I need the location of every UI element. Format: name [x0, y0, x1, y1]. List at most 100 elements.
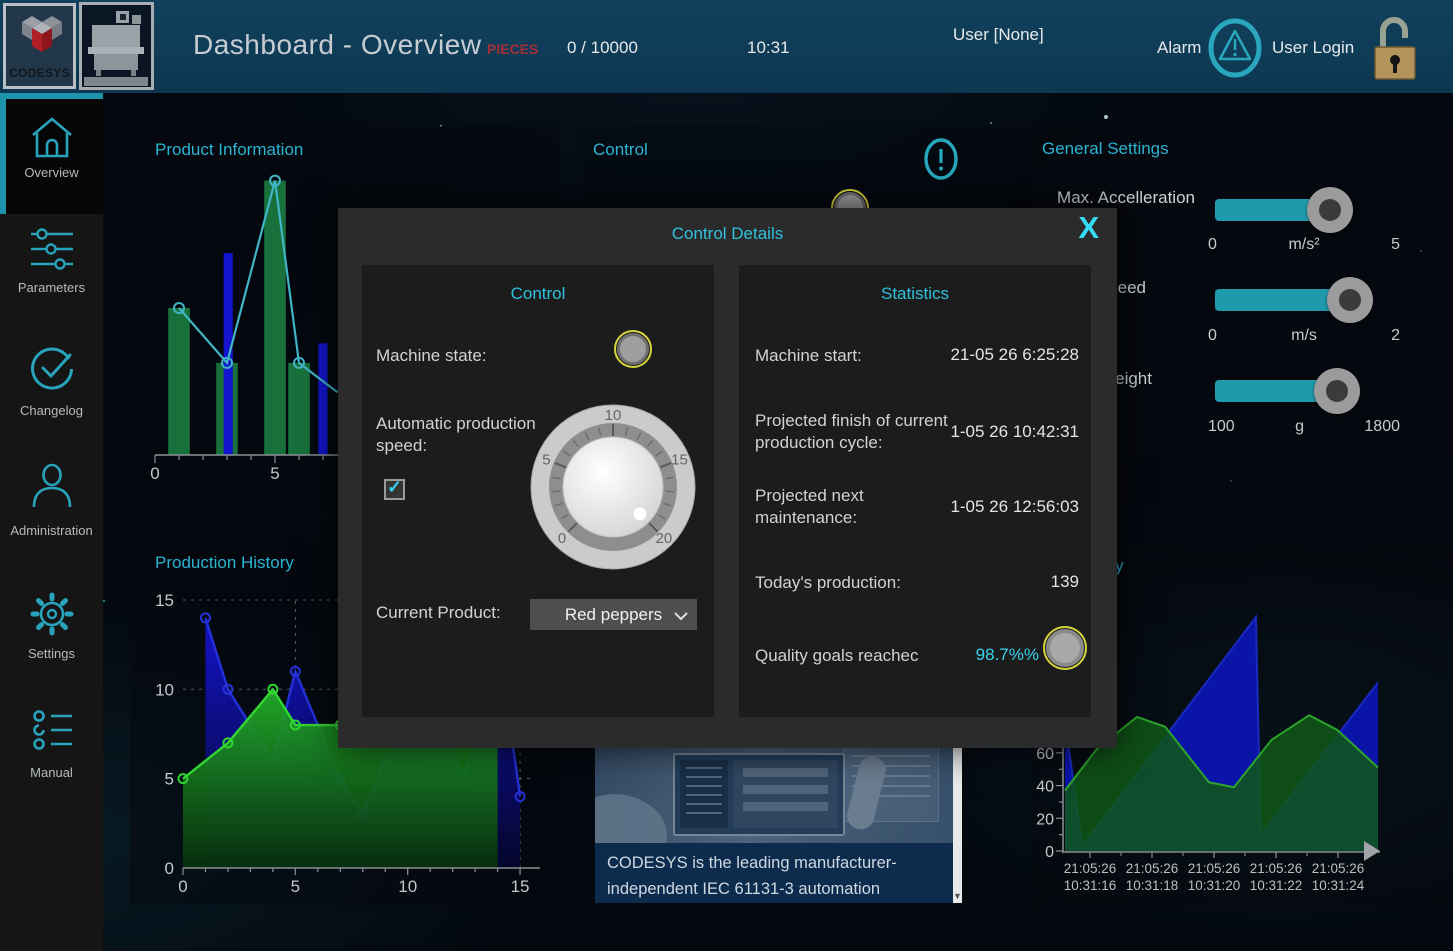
sidebar-item-label: Parameters	[0, 280, 103, 295]
dropdown-value: Red peppers	[565, 605, 662, 625]
weight-slider[interactable]	[1215, 380, 1350, 402]
scale-unit: m/s	[1291, 327, 1317, 345]
pieces-count: 0 / 10000	[567, 38, 638, 58]
checkmark-icon: ✓	[387, 477, 402, 498]
control-card-title: Control	[593, 140, 648, 160]
svg-text:40: 40	[1036, 779, 1054, 796]
scale-unit: m/s²	[1288, 236, 1319, 254]
chevron-down-icon	[674, 612, 688, 621]
stat-label: Today's production:	[755, 572, 901, 594]
setting-label: Max. Accelleration	[1032, 188, 1195, 208]
scale-max: 2	[1391, 327, 1400, 345]
svg-text:10: 10	[605, 407, 622, 424]
current-product-dropdown[interactable]: Red peppers	[530, 599, 697, 630]
codesys-brand-label: CODESYS	[6, 66, 73, 80]
gear-icon	[29, 591, 75, 637]
dashboard-app: CODESYS Dashboard - Overview PIECES 0 / …	[0, 0, 1453, 951]
sidebar-item-settings[interactable]: Settings	[0, 591, 103, 671]
modal-title: Control Details	[338, 224, 1117, 244]
general-settings-title: General Settings	[1042, 139, 1169, 159]
alarm-label: Alarm	[1157, 38, 1201, 58]
svg-text:15: 15	[155, 591, 174, 610]
svg-text:10:31:16: 10:31:16	[1064, 878, 1117, 893]
svg-text:20: 20	[1036, 811, 1054, 828]
list-icon	[30, 708, 74, 752]
server-rack-shape	[843, 746, 939, 822]
slider-thumb[interactable]	[1307, 187, 1353, 233]
close-icon[interactable]: X	[1078, 210, 1099, 246]
svg-text:0: 0	[150, 464, 159, 483]
modal-control-panel: Control Machine state: Automatic product…	[362, 265, 714, 717]
current-user: User [None]	[953, 25, 1044, 45]
slider-scale: 0 m/s² 5	[1208, 236, 1400, 254]
sidebar-item-changelog[interactable]: Changelog	[0, 345, 103, 425]
sidebar-item-administration[interactable]: Administration	[0, 463, 103, 545]
machine-thumbnail[interactable]	[79, 2, 154, 90]
alarm-warning-icon[interactable]	[1206, 17, 1264, 84]
web-panel-scrollbar[interactable]: ▼	[953, 746, 962, 903]
alert-exclamation-icon	[923, 136, 959, 187]
sidebar-item-overview[interactable]: Overview	[0, 115, 103, 195]
slider-scale: 0 m/s 2	[1208, 327, 1400, 345]
svg-text:10:31:24: 10:31:24	[1312, 878, 1365, 893]
svg-text:15: 15	[511, 877, 530, 896]
svg-text:0: 0	[558, 530, 566, 547]
svg-text:10: 10	[155, 680, 174, 699]
svg-text:0: 0	[1045, 844, 1054, 861]
speed-slider[interactable]	[1215, 289, 1350, 311]
page-title: Dashboard - Overview	[193, 29, 482, 61]
modal-statistics-panel: Statistics Machine start: 21-05 26 6:25:…	[739, 265, 1091, 717]
sidebar-item-label: Overview	[0, 165, 103, 180]
scale-max: 1800	[1364, 418, 1400, 436]
statistics-panel-heading: Statistics	[739, 284, 1091, 304]
quality-lamp	[1046, 629, 1084, 667]
chevron-down-icon[interactable]: ▼	[953, 891, 962, 901]
stat-label: Machine start:	[755, 345, 862, 367]
stat-value: 1-05 26 12:56:03	[950, 497, 1079, 517]
speed-knob[interactable]: 05101520	[528, 402, 698, 572]
slider-scale: 100 g 1800	[1208, 418, 1400, 436]
svg-text:21:05:26: 21:05:26	[1312, 861, 1365, 876]
machine-icon	[82, 5, 151, 87]
check-circle-icon	[28, 345, 76, 393]
current-product-label: Current Product:	[376, 602, 501, 624]
product-information-title: Product Information	[155, 140, 303, 160]
slider-thumb[interactable]	[1327, 277, 1373, 323]
stat-label: Projected finish of current production c…	[755, 410, 970, 454]
slider-thumb[interactable]	[1314, 368, 1360, 414]
stat-value: 1-05 26 10:42:31	[950, 422, 1079, 442]
sidebar-item-parameters[interactable]: Parameters	[0, 226, 103, 306]
codesys-cube-icon	[21, 14, 63, 60]
stat-value: 139	[1051, 572, 1079, 592]
svg-text:10:31:20: 10:31:20	[1188, 878, 1241, 893]
person-icon	[29, 463, 75, 509]
lock-icon[interactable]	[1372, 10, 1418, 87]
user-login-label: User Login	[1272, 38, 1354, 58]
svg-text:21:05:26: 21:05:26	[1188, 861, 1241, 876]
scale-min: 100	[1208, 418, 1235, 436]
sidebar-item-label: Changelog	[0, 403, 103, 418]
pieces-label: PIECES	[487, 41, 538, 57]
sidebar-item-manual[interactable]: Manual	[0, 708, 103, 788]
scale-max: 5	[1391, 236, 1400, 254]
scale-min: 0	[1208, 236, 1217, 254]
clock: 10:31	[747, 38, 790, 58]
header-bar: CODESYS Dashboard - Overview PIECES 0 / …	[0, 0, 1453, 93]
stat-label: Quality goals reachec	[755, 645, 943, 667]
acceleration-slider[interactable]	[1215, 199, 1350, 221]
sidebar-item-label: Administration	[0, 523, 103, 538]
svg-text:0: 0	[165, 859, 174, 878]
sliders-icon	[29, 226, 75, 272]
machine-state-lamp	[617, 333, 649, 365]
sidebar-item-label: Settings	[0, 646, 103, 661]
svg-text:60: 60	[1036, 746, 1054, 763]
svg-text:10:31:18: 10:31:18	[1126, 878, 1179, 893]
auto-speed-checkbox[interactable]: ✓	[384, 479, 405, 500]
control-details-modal: Control Details X Control Machine state:…	[338, 208, 1117, 748]
quality-percentage: 98.7%%	[976, 645, 1039, 665]
codesys-web-panel: CODESYS is the leading manufacturer-inde…	[595, 746, 962, 903]
control-panel-heading: Control	[362, 284, 714, 304]
svg-text:5: 5	[291, 877, 300, 896]
svg-text:21:05:26: 21:05:26	[1250, 861, 1303, 876]
svg-text:5: 5	[542, 451, 550, 468]
